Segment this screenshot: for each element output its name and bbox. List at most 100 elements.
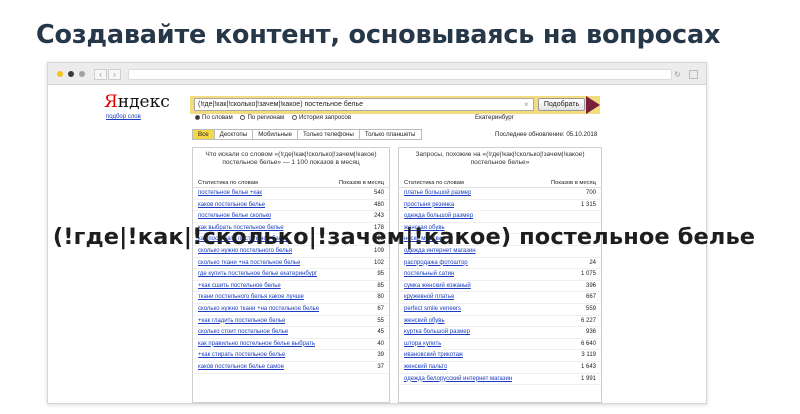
impressions-count: 243 [373,213,384,220]
keyword-link[interactable]: ивановский трикотаж [404,350,463,361]
minimize-dot[interactable] [57,71,63,77]
keyword-link[interactable]: где купить постельное белье екатеринбург [198,269,317,280]
impressions-count: 67 [377,305,384,312]
table-row: +как стирать постельное белье 39 [193,350,389,362]
keyword-link[interactable]: как правильно постельное белье выбрать [198,339,315,350]
keyword-link[interactable]: сколько нужно ткани +на постельное белье [198,304,319,315]
overlay-query-text: (!где|!как|!сколько|!зачем|!какое) посте… [52,224,756,250]
keyword-link[interactable]: платье большой размер [404,188,471,199]
wordstat-link[interactable]: подбор слов [106,114,141,120]
impressions-count: 3 119 [581,352,596,359]
keyword-link[interactable]: +как сшить постельное белье [198,281,281,292]
search-input[interactable]: (!где|!как|!сколько|!зачем|!какое) посте… [194,98,534,111]
column-count: Показов в месяц [551,180,596,186]
keyword-link[interactable]: +как гладить постельное белье [198,316,285,327]
impressions-count: 6 227 [580,317,596,324]
region-selector[interactable]: Екатеринбург [475,114,514,121]
impressions-count: 1 315 [580,201,596,208]
keyword-link[interactable]: сумка женский кожаный [404,281,471,292]
slide-title: Создавайте контент, основываясь на вопро… [36,20,721,50]
table-row: одежда белорусский интернет магазин 1 991 [399,374,601,386]
table-row: постельное белье +как 540 [193,188,389,200]
keyword-link[interactable]: постельное белье сколько [198,211,271,222]
keyword-link[interactable]: простыня резинка [404,200,454,211]
impressions-count: 936 [585,329,596,336]
impressions-count: 39 [377,352,384,359]
keyword-link[interactable]: сколько стоит постельное белье [198,327,288,338]
keyword-link[interactable]: сколько ткани +на постельное белье [198,258,300,269]
keyword-link[interactable]: perfect smile veneers [404,304,461,315]
maximize-dot[interactable] [79,71,85,77]
tab-all[interactable]: Все [192,129,215,140]
table-row: сколько ткани +на постельное белье 102 [193,258,389,270]
impressions-count: 55 [377,317,384,324]
back-icon[interactable]: ‹ [94,69,107,80]
tab-phones[interactable]: Только телефоны [298,129,360,140]
table-row: ткани постельного белья какое лучше 80 [193,292,389,304]
address-bar[interactable] [128,69,672,80]
tab-desktops[interactable]: Десктопы [214,129,254,140]
impressions-count: 667 [585,294,596,301]
yandex-logo[interactable]: Яндекс [104,92,170,112]
impressions-count: 80 [377,294,384,301]
tab-tablets[interactable]: Только планшеты [359,129,422,140]
left-results-panel: Что искали со словом «(!где|!как|!скольк… [192,147,390,403]
table-row: сколько нужно ткани +на постельное белье… [193,304,389,316]
keyword-link[interactable]: постельный сатин [404,269,454,280]
keyword-link[interactable]: женский обувь [404,316,445,327]
impressions-count: 559 [585,305,596,312]
keyword-link[interactable]: женский пальто [404,362,447,373]
impressions-count: 1 075 [580,271,596,278]
keyword-link[interactable]: каков постельное белье самое [198,362,284,373]
right-panel-title: Запросы, похожие на «(!где|!как|!сколько… [415,151,585,166]
table-row: постельное белье сколько 243 [193,211,389,223]
table-row: распродажа фотоштор 24 [399,258,601,270]
table-row: как правильно постельное белье выбрать 40 [193,339,389,351]
keyword-link[interactable]: ткани постельного белья какое лучше [198,292,304,303]
table-row: ивановский трикотаж 3 119 [399,350,601,362]
keyword-link[interactable]: одежда белорусский интернет магазин [404,374,512,385]
table-row: +как сшить постельное белье 85 [193,281,389,293]
right-column-headers: Статистика по словам Показов в месяц [399,179,601,188]
table-row: простыня резинка 1 315 [399,200,601,212]
search-arrow-decor [586,96,600,114]
clear-icon[interactable]: × [524,98,529,111]
table-row: женский обувь 6 227 [399,316,601,328]
forward-icon[interactable]: › [108,69,121,80]
tab-mobile[interactable]: Мобильные [253,129,298,140]
keyword-link[interactable]: штора купить [404,339,441,350]
impressions-count: 700 [585,190,596,196]
radio-by-regions[interactable]: По регионам [240,114,284,121]
keyword-link[interactable]: постельное белье +как [198,188,262,199]
table-row: постельный сатин 1 075 [399,269,601,281]
device-tabs: Все Десктопы Мобильные Только телефоны Т… [192,129,422,140]
left-rows: постельное белье +как 540 каков постельное… [193,188,389,374]
impressions-count: 95 [377,271,384,278]
table-row: сумка женский кожаный 396 [399,281,601,293]
keyword-link[interactable]: куртка большой размер [404,327,470,338]
keyword-link[interactable]: каков постельное белье [198,200,265,211]
keyword-link[interactable]: распродажа фотоштор [404,258,468,269]
search-button[interactable]: Подобрать [538,98,585,111]
impressions-count: 6 640 [580,340,596,347]
radio-by-words[interactable]: По словам [195,114,233,121]
column-keyword: Статистика по словам [404,180,464,186]
reload-icon[interactable]: ↻ [674,70,681,79]
keyword-link[interactable]: кружевной платье [404,292,454,303]
impressions-count: 396 [585,282,596,289]
table-row: штора купить 6 640 [399,339,601,351]
impressions-count: 85 [377,282,384,289]
table-row: каков постельное белье самое 37 [193,362,389,374]
close-dot[interactable] [68,71,74,77]
left-panel-title: Что искали со словом «(!где|!как|!скольк… [205,151,377,166]
table-row: одежда большой размер [399,211,601,223]
fullscreen-icon[interactable] [689,70,698,79]
column-count: Показов в месяц [339,180,384,186]
table-row: сколько стоит постельное белье 45 [193,327,389,339]
impressions-count: 540 [373,190,384,196]
table-row: +как гладить постельное белье 55 [193,316,389,328]
keyword-link[interactable]: одежда большой размер [404,211,473,222]
table-row: кружевной платье 667 [399,292,601,304]
keyword-link[interactable]: +как стирать постельное белье [198,350,285,361]
radio-history[interactable]: История запросов [291,114,351,121]
